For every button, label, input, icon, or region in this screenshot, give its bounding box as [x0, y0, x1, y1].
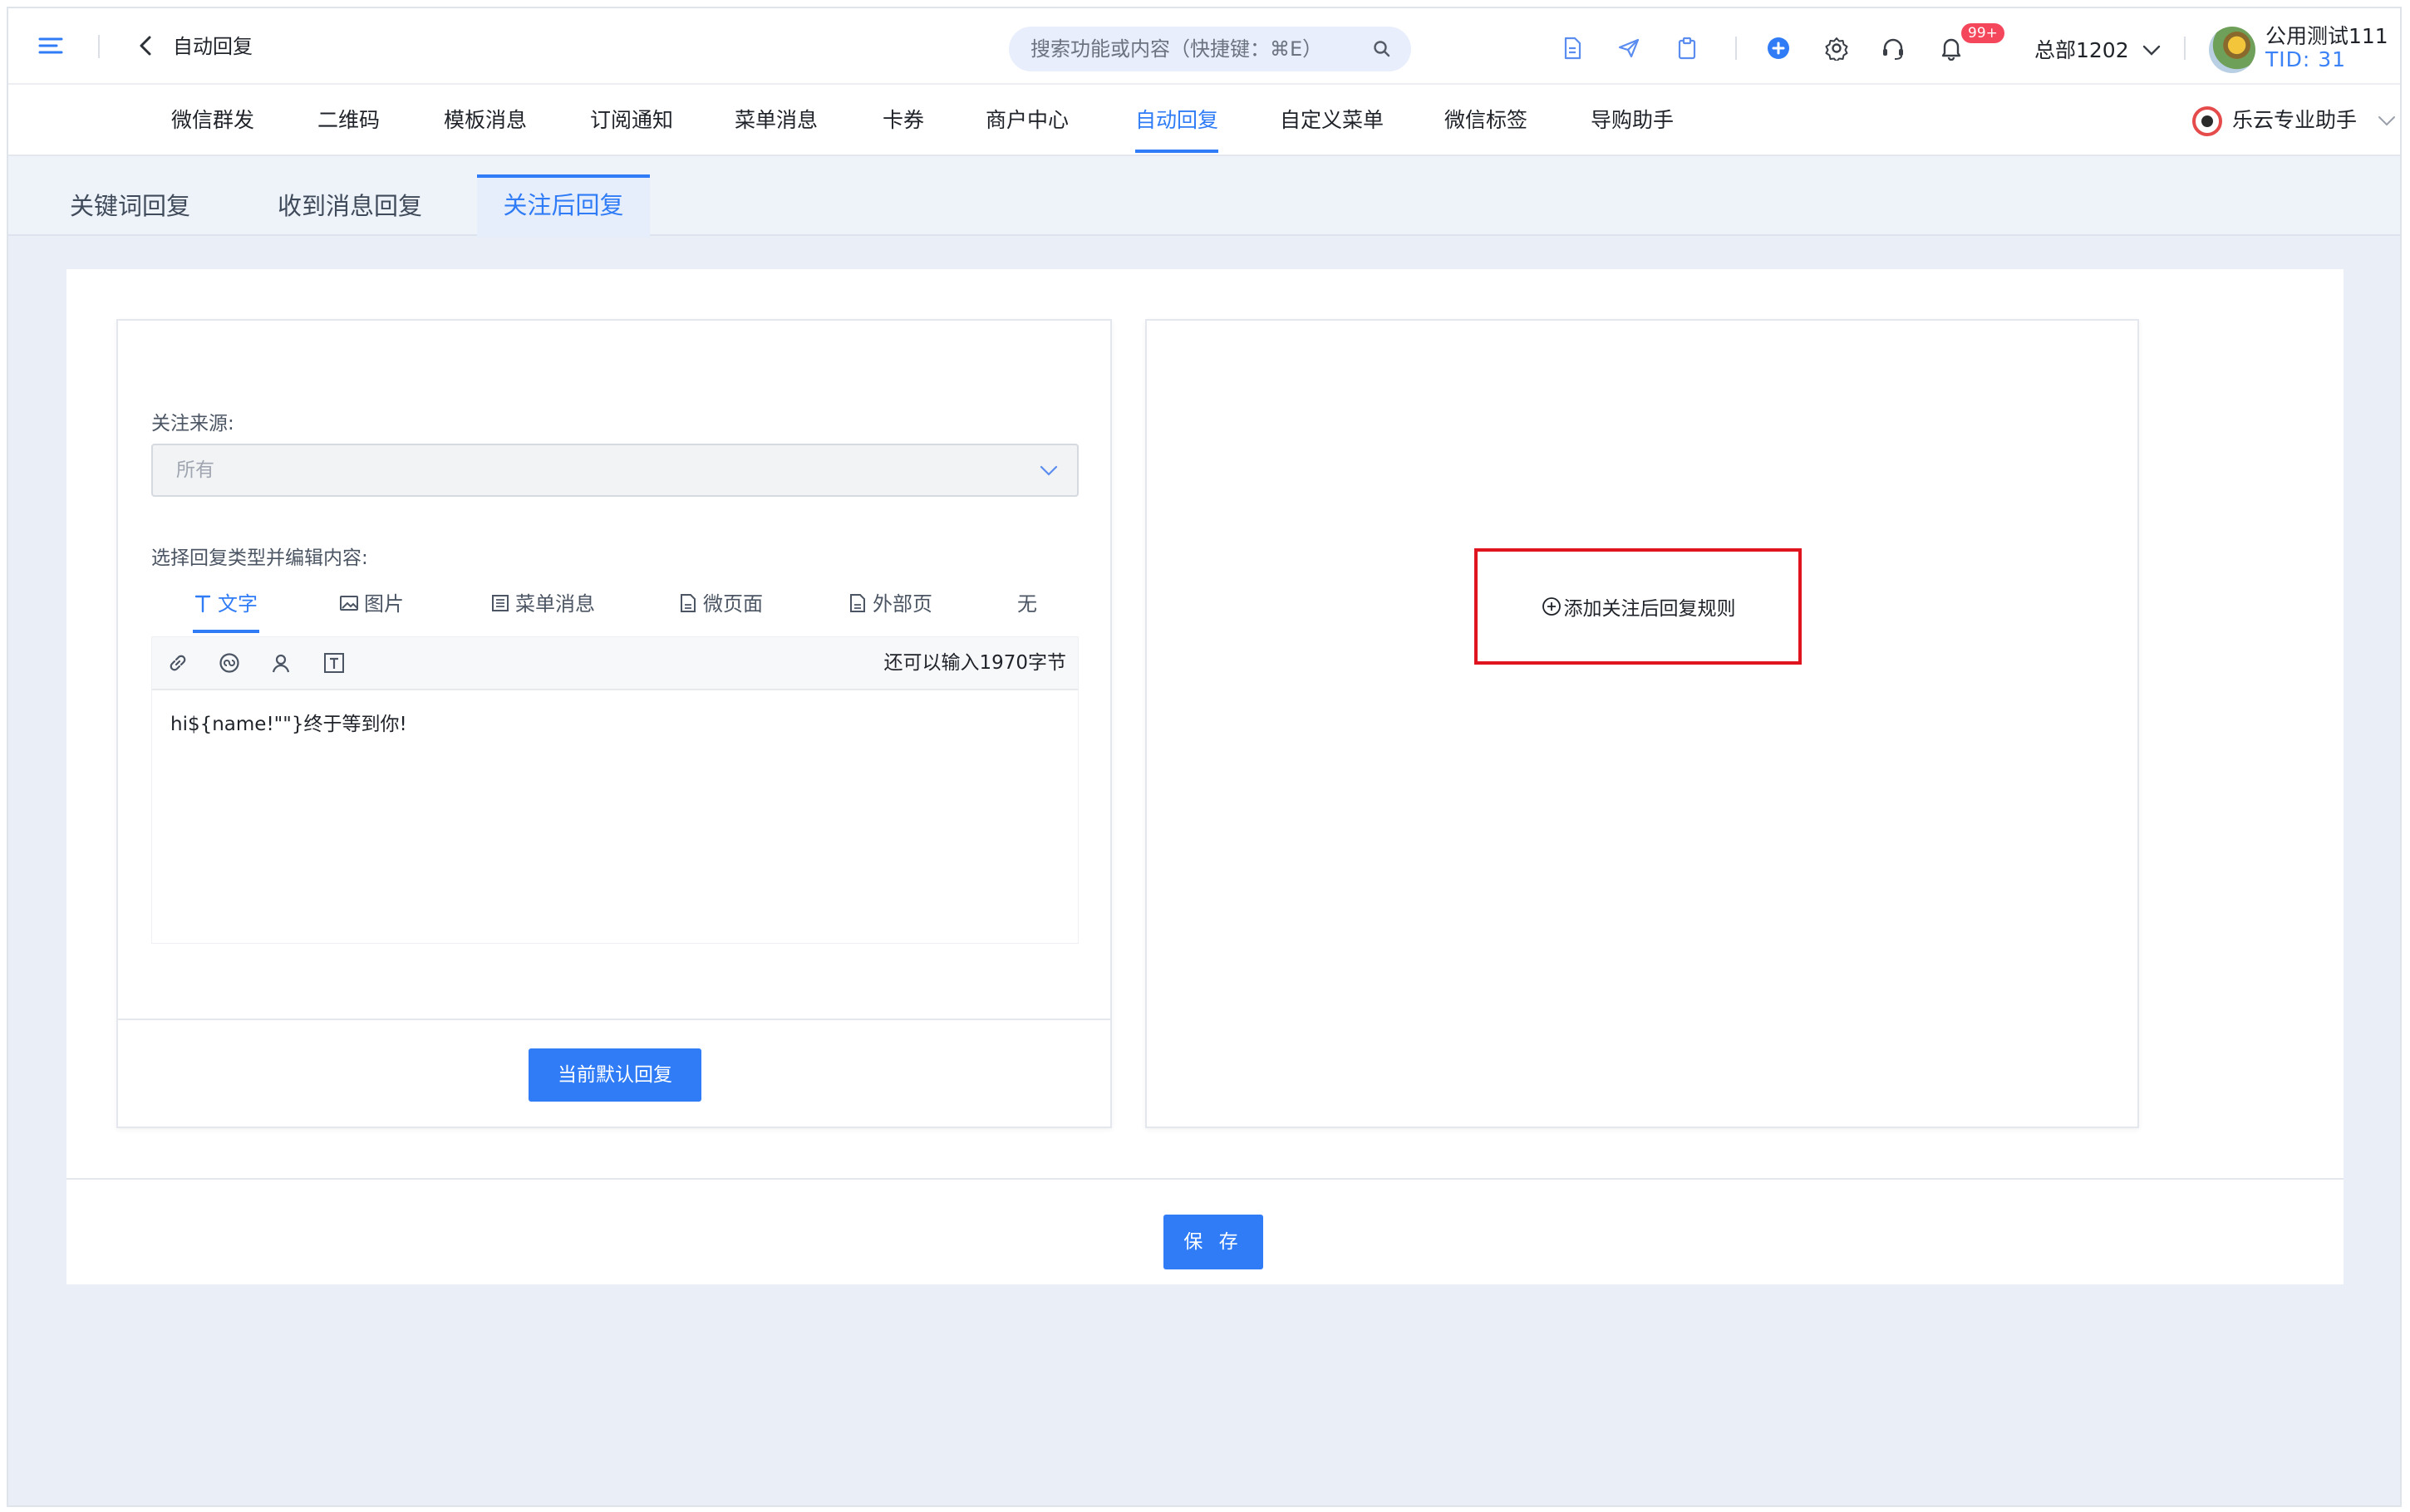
- gear-icon[interactable]: [1823, 35, 1850, 61]
- tab-message-reply[interactable]: 收到消息回复: [278, 176, 422, 236]
- nav-item-wechat-tags[interactable]: 微信标签: [1444, 108, 1527, 133]
- menu-icon[interactable]: [37, 33, 65, 58]
- reply-type-tabs: 关键词回复 收到消息回复 关注后回复: [8, 156, 2400, 238]
- text-format-icon[interactable]: [322, 650, 347, 675]
- type-tab-image[interactable]: 图片: [339, 592, 404, 635]
- add-follow-rule-button[interactable]: 添加关注后回复规则: [1478, 552, 1798, 661]
- source-select[interactable]: 所有: [151, 444, 1079, 497]
- type-tab-label: 无: [1017, 592, 1037, 616]
- add-follow-rule-label: 添加关注后回复规则: [1563, 598, 1736, 620]
- back-icon[interactable]: [133, 33, 158, 58]
- type-tab-menu-message[interactable]: 菜单消息: [490, 592, 595, 635]
- default-reply-button[interactable]: 当前默认回复: [529, 1048, 701, 1102]
- type-tab-label: 菜单消息: [515, 592, 595, 616]
- chevron-down-icon: [2377, 111, 2397, 131]
- nav-item-custom-menu[interactable]: 自定义菜单: [1280, 108, 1384, 133]
- source-label: 关注来源:: [151, 413, 234, 434]
- search-icon: [1371, 38, 1393, 60]
- type-tab-none[interactable]: 无: [1017, 592, 1037, 635]
- type-tab-text[interactable]: 文字: [193, 592, 258, 635]
- clipboard-icon[interactable]: [1674, 35, 1700, 61]
- reply-editor-card: 关注来源: 所有 选择回复类型并编辑内容: 文字 图片 菜单消息 微页面 外部页…: [116, 319, 1112, 1128]
- nav-item-template-message[interactable]: 模板消息: [444, 108, 527, 133]
- save-button[interactable]: 保 存: [1163, 1215, 1263, 1269]
- document-icon[interactable]: [1559, 35, 1586, 61]
- notification-badge: 99+: [1961, 23, 2004, 43]
- type-tab-label: 文字: [218, 592, 258, 616]
- image-icon: [339, 592, 359, 615]
- avatar[interactable]: [2209, 27, 2255, 73]
- main-nav: 微信群发 二维码 模板消息 订阅通知 菜单消息 卡券 商户中心 自动回复 自定义…: [8, 85, 2400, 156]
- divider: [98, 35, 100, 58]
- nav-item-menu-message[interactable]: 菜单消息: [735, 108, 818, 133]
- send-icon[interactable]: [1616, 35, 1642, 61]
- chevron-down-icon[interactable]: [2141, 40, 2162, 61]
- nav-item-merchant-center[interactable]: 商户中心: [986, 108, 1069, 133]
- divider: [2184, 37, 2186, 60]
- type-tab-label: 微页面: [703, 592, 763, 616]
- add-circle-icon[interactable]: [1765, 35, 1792, 61]
- micro-page-icon: [678, 592, 698, 615]
- top-header: 自动回复 搜索功能或内容（快捷键：⌘E） 99+ 总部1202 公用测试111 …: [8, 8, 2400, 85]
- bell-icon[interactable]: [1938, 35, 1965, 61]
- reply-content-editor[interactable]: 还可以输入1970字节 hi${name!""}终于等到你!: [151, 636, 1079, 944]
- nav-item-qrcode[interactable]: 二维码: [317, 108, 380, 133]
- divider: [1735, 37, 1737, 60]
- type-tab-active-indicator: [193, 630, 259, 633]
- type-tab-label: 图片: [364, 592, 404, 616]
- app-window: 自动回复 搜索功能或内容（快捷键：⌘E） 99+ 总部1202 公用测试111 …: [7, 7, 2402, 1507]
- user-icon[interactable]: [268, 650, 293, 675]
- type-tab-micro-page[interactable]: 微页面: [678, 592, 763, 635]
- divider: [118, 1019, 1110, 1020]
- highlight-box: 添加关注后回复规则: [1474, 548, 1802, 665]
- menu-message-icon: [490, 592, 510, 615]
- link-icon[interactable]: [165, 650, 190, 675]
- reply-rules-card: 添加关注后回复规则: [1145, 319, 2139, 1128]
- miniprogram-icon[interactable]: [217, 650, 242, 675]
- text-icon: [193, 592, 213, 615]
- nav-item-auto-reply[interactable]: 自动回复: [1135, 108, 1218, 133]
- nav-item-coupons[interactable]: 卡券: [883, 108, 924, 133]
- divider: [66, 1178, 2344, 1180]
- assistant-label: 乐云专业助手: [2232, 108, 2358, 132]
- nav-item-shopping-guide[interactable]: 导购助手: [1591, 108, 1674, 133]
- external-page-icon: [848, 592, 868, 615]
- editor-toolbar: 还可以输入1970字节: [152, 637, 1078, 690]
- search-input[interactable]: 搜索功能或内容（快捷键：⌘E）: [1009, 27, 1411, 71]
- user-tid: TID: 31: [2265, 47, 2347, 71]
- reply-content-text[interactable]: hi${name!""}终于等到你!: [170, 712, 407, 737]
- headset-icon[interactable]: [1880, 35, 1906, 61]
- assistant-selector[interactable]: 乐云专业助手: [2184, 105, 2398, 138]
- org-selector-label[interactable]: 总部1202: [2034, 38, 2129, 63]
- chevron-down-icon: [1037, 459, 1060, 483]
- tab-keyword-reply[interactable]: 关键词回复: [70, 176, 190, 236]
- remaining-bytes: 还可以输入1970字节: [883, 652, 1066, 674]
- nav-item-mass-send[interactable]: 微信群发: [171, 108, 254, 133]
- user-name: 公用测试111: [2265, 24, 2388, 48]
- search-placeholder: 搜索功能或内容（快捷键：⌘E）: [1030, 37, 1323, 61]
- assistant-logo: [2192, 106, 2222, 136]
- type-tab-external-page[interactable]: 外部页: [848, 592, 932, 635]
- type-tab-label: 外部页: [873, 592, 932, 616]
- reply-type-label: 选择回复类型并编辑内容:: [151, 547, 368, 569]
- source-value: 所有: [176, 459, 214, 481]
- add-circle-icon: [1541, 596, 1562, 617]
- nav-active-indicator: [1135, 150, 1218, 153]
- nav-item-subscription[interactable]: 订阅通知: [590, 108, 673, 133]
- page-title: 自动回复: [173, 35, 253, 58]
- tab-follow-reply[interactable]: 关注后回复: [477, 174, 650, 238]
- content-panel: 关注来源: 所有 选择回复类型并编辑内容: 文字 图片 菜单消息 微页面 外部页…: [66, 269, 2344, 1284]
